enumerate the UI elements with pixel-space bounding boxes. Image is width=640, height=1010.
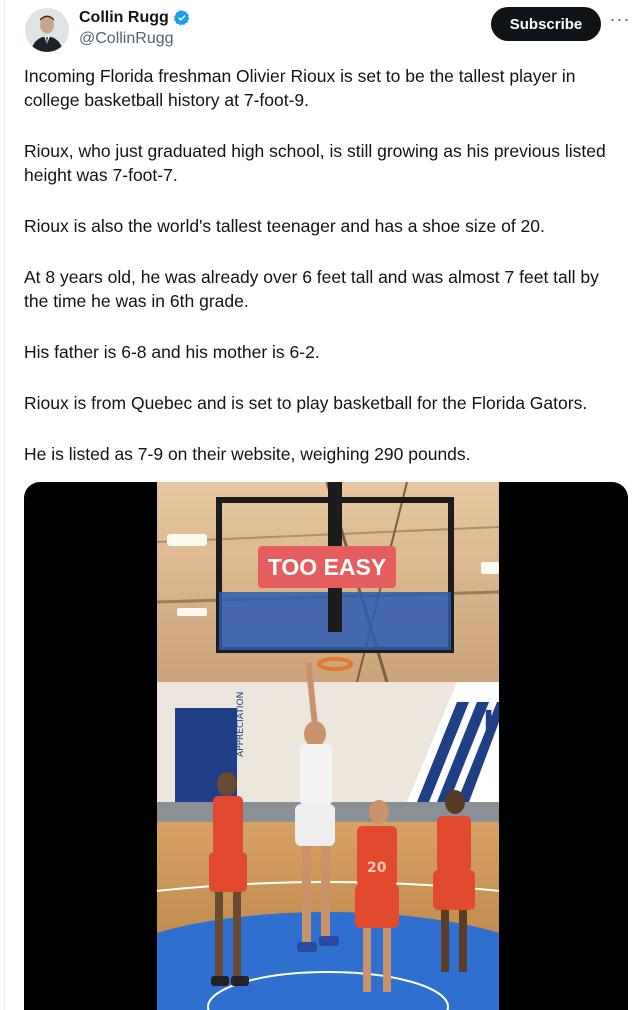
author-name-row[interactable]: Collin Rugg [79, 9, 191, 27]
tweet-paragraph: Rioux is also the world's tallest teenag… [24, 216, 545, 236]
tweet-video[interactable]: APPRECIATION I 20 TOO EASY [24, 482, 628, 1010]
tweet-paragraph: Incoming Florida freshman Olivier Rioux … [24, 66, 576, 110]
tweet-paragraph: At 8 years old, he was already over 6 fe… [24, 267, 599, 311]
author-handle[interactable]: @CollinRugg [79, 30, 174, 48]
avatar[interactable] [25, 8, 69, 52]
avatar-image [25, 8, 69, 52]
jersey-number: 20 [367, 860, 387, 876]
subscribe-button[interactable]: Subscribe [491, 7, 601, 41]
video-caption-overlay: TOO EASY [258, 546, 396, 588]
tweet-text: Incoming Florida freshman Olivier Rioux … [24, 64, 624, 493]
tweet-paragraph: His father is 6-8 and his mother is 6-2. [24, 342, 320, 362]
banner-text: APPRECIATION [236, 692, 246, 757]
author-display-name[interactable]: Collin Rugg [79, 9, 169, 27]
tweet: Collin Rugg @CollinRugg Subscribe ··· In… [4, 0, 640, 1010]
wall-letter: I [483, 705, 494, 740]
tweet-paragraph: Rioux is from Quebec and is set to play … [24, 393, 588, 413]
verified-badge-icon [173, 9, 191, 27]
tweet-paragraph: He is listed as 7-9 on their website, we… [24, 444, 471, 464]
more-options-icon[interactable]: ··· [609, 10, 631, 32]
tweet-paragraph: Rioux, who just graduated high school, i… [24, 141, 606, 185]
